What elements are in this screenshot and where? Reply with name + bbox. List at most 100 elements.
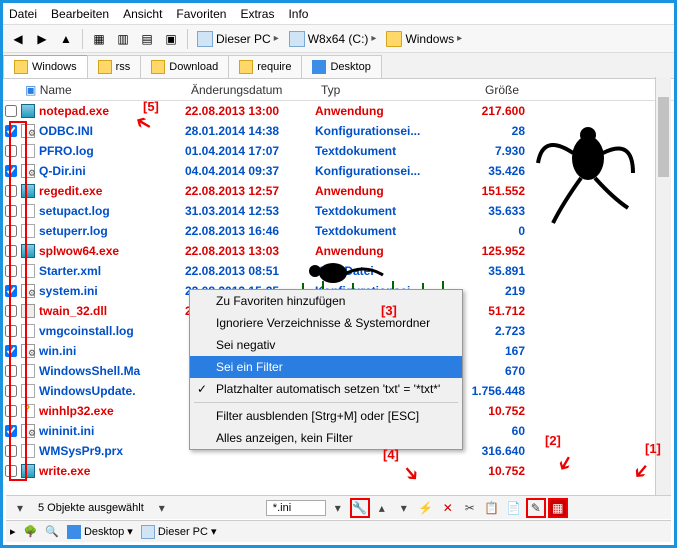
file-row[interactable]: write.exe10.752 — [3, 461, 674, 481]
cm-add-favorite[interactable]: Zu Favoriten hinzufügen — [190, 290, 462, 312]
cm-hide-filter[interactable]: Filter ausblenden [Strg+M] oder [ESC] — [190, 405, 462, 427]
file-icon — [21, 464, 35, 478]
menu-edit[interactable]: Bearbeiten — [51, 7, 109, 21]
nav-back-icon[interactable]: ◀ — [7, 28, 29, 50]
row-checkbox[interactable] — [5, 145, 17, 157]
layout-4-icon[interactable]: ▣ — [160, 28, 182, 50]
file-row[interactable]: PFRO.log01.04.2014 17:07Textdokument7.93… — [3, 141, 674, 161]
file-name: vmgcoinstall.log — [37, 324, 185, 338]
sb-flash-icon[interactable]: ⚡ — [416, 498, 436, 518]
file-icon — [21, 244, 35, 258]
row-checkbox[interactable] — [5, 465, 17, 477]
file-icon — [21, 204, 35, 218]
bb-tree-icon[interactable]: 🌳 — [24, 525, 38, 538]
filter-tool-icon[interactable]: 🔧 — [350, 498, 370, 518]
row-checkbox[interactable] — [5, 185, 17, 197]
row-checkbox[interactable] — [5, 305, 17, 317]
layout-2-icon[interactable]: ▥ — [112, 28, 134, 50]
sb-expand-icon[interactable]: ▾ — [10, 498, 30, 518]
tab-download[interactable]: Download — [140, 55, 229, 78]
file-row[interactable]: notepad.exe22.08.2013 13:00Anwendung217.… — [3, 101, 674, 121]
menu-file[interactable]: Datei — [9, 7, 37, 21]
file-row[interactable]: regedit.exe22.08.2013 12:57Anwendung151.… — [3, 181, 674, 201]
row-checkbox[interactable] — [5, 425, 17, 437]
tab-rss[interactable]: rss — [87, 55, 142, 78]
col-date[interactable]: Änderungsdatum — [185, 83, 315, 97]
sb-down-icon[interactable]: ▾ — [394, 498, 414, 518]
file-type: Textdokument — [315, 204, 445, 218]
file-row[interactable]: Q-Dir.ini04.04.2014 09:37Konfigurationse… — [3, 161, 674, 181]
tab-windows[interactable]: Windows — [3, 55, 88, 78]
col-type[interactable]: Typ — [315, 83, 445, 97]
sb-up-icon[interactable]: ▴ — [372, 498, 392, 518]
scrollbar-vertical[interactable] — [655, 77, 671, 495]
sb-copy-icon[interactable]: 📋 — [482, 498, 502, 518]
nav-up-icon[interactable]: ▲ — [55, 28, 77, 50]
col-name[interactable]: ▣ Name — [19, 83, 185, 97]
row-checkbox[interactable] — [5, 345, 17, 357]
file-name: WindowsUpdate. — [37, 384, 185, 398]
tab-desktop[interactable]: Desktop — [301, 55, 381, 78]
row-checkbox[interactable] — [5, 225, 17, 237]
sb-cut-icon[interactable]: ✂ — [460, 498, 480, 518]
cm-ignore-dirs[interactable]: Ignoriere Verzeichnisse & Systemordner — [190, 312, 462, 334]
filter-input[interactable]: *.ini — [266, 500, 326, 516]
tab-require[interactable]: require — [228, 55, 302, 78]
menu-info[interactable]: Info — [288, 7, 308, 21]
file-name: splwow64.exe — [37, 244, 185, 258]
row-checkbox[interactable] — [5, 265, 17, 277]
row-checkbox[interactable] — [5, 325, 17, 337]
file-name: notepad.exe — [37, 104, 185, 118]
col-size[interactable]: Größe — [445, 83, 525, 97]
nav-fwd-icon[interactable]: ▶ — [31, 28, 53, 50]
file-row[interactable]: Starter.xml22.08.2013 08:51XML-Datei35.8… — [3, 261, 674, 281]
bb-desktop[interactable]: Desktop ▾ — [67, 525, 133, 539]
bottom-bar: ▸ 🌳 🔍 Desktop ▾ Dieser PC ▾ — [6, 520, 671, 542]
layout-3-icon[interactable]: ▤ — [136, 28, 158, 50]
file-icon — [21, 384, 35, 398]
menu-favorites[interactable]: Favoriten — [176, 7, 226, 21]
bb-search-icon[interactable]: 🔍 — [45, 525, 59, 538]
file-type: Anwendung — [315, 244, 445, 258]
row-checkbox[interactable] — [5, 165, 17, 177]
row-checkbox[interactable] — [5, 445, 17, 457]
row-checkbox[interactable] — [5, 245, 17, 257]
sb-paste-icon[interactable]: 📄 — [504, 498, 524, 518]
menu-view[interactable]: Ansicht — [123, 7, 162, 21]
bb-pc[interactable]: Dieser PC ▾ — [141, 525, 217, 539]
file-row[interactable]: splwow64.exe22.08.2013 13:03Anwendung125… — [3, 241, 674, 261]
address-drive[interactable]: W8x64 (C:)▸ — [285, 29, 381, 49]
sb-drop-icon[interactable]: ▾ — [152, 498, 172, 518]
file-icon — [21, 304, 35, 318]
row-checkbox[interactable] — [5, 285, 17, 297]
row-checkbox[interactable] — [5, 205, 17, 217]
cm-negative[interactable]: Sei negativ — [190, 334, 462, 356]
sb-delete-icon[interactable]: ✕ — [438, 498, 458, 518]
file-size: 0 — [445, 224, 525, 238]
file-row[interactable]: setuperr.log22.08.2013 16:46Textdokument… — [3, 221, 674, 241]
folder-icon — [386, 31, 402, 47]
row-checkbox[interactable] — [5, 405, 17, 417]
row-checkbox[interactable] — [5, 105, 17, 117]
sb-edit-icon[interactable]: ✎ — [526, 498, 546, 518]
sb-grid-icon[interactable]: ▦ — [548, 498, 568, 518]
cm-show-all[interactable]: Alles anzeigen, kein Filter — [190, 427, 462, 449]
address-pc[interactable]: Dieser PC▸ — [193, 29, 283, 49]
file-icon — [21, 284, 35, 298]
bb-expand-icon[interactable]: ▸ — [10, 525, 16, 538]
layout-1-icon[interactable]: ▦ — [88, 28, 110, 50]
cm-auto-placeholder[interactable]: Platzhalter automatisch setzen 'txt' = '… — [190, 378, 462, 400]
row-checkbox[interactable] — [5, 365, 17, 377]
file-row[interactable]: ODBC.INI28.01.2014 14:38Konfigurationsei… — [3, 121, 674, 141]
row-checkbox[interactable] — [5, 385, 17, 397]
status-selection: 5 Objekte ausgewählt — [32, 502, 150, 514]
file-row[interactable]: setupact.log31.03.2014 12:53Textdokument… — [3, 201, 674, 221]
sb-drop2-icon[interactable]: ▾ — [328, 498, 348, 518]
file-date: 31.03.2014 12:53 — [185, 204, 315, 218]
desktop-icon — [67, 525, 81, 539]
row-checkbox[interactable] — [5, 125, 17, 137]
menu-extras[interactable]: Extras — [240, 7, 274, 21]
cm-be-filter[interactable]: Sei ein Filter — [190, 356, 462, 378]
address-folder[interactable]: Windows▸ — [382, 29, 466, 49]
file-date: 01.04.2014 17:07 — [185, 144, 315, 158]
